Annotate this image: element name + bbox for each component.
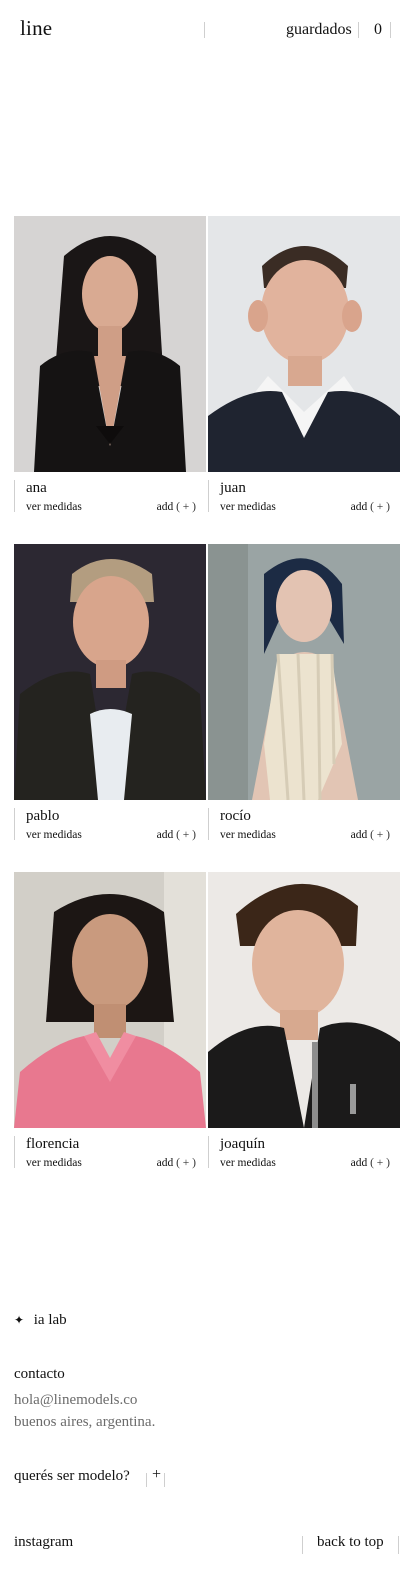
add-plus-icon: ( + ) bbox=[176, 1157, 196, 1169]
logo[interactable]: line bbox=[20, 16, 52, 41]
add-label: add bbox=[156, 1157, 174, 1169]
add-button[interactable]: add ( + ) bbox=[157, 1157, 196, 1169]
model-name[interactable]: joaquín bbox=[220, 1136, 265, 1153]
cta-divider bbox=[146, 1473, 147, 1487]
card-divider bbox=[208, 808, 209, 840]
model-name[interactable]: florencia bbox=[26, 1136, 79, 1153]
ia-lab-label: ia lab bbox=[33, 1312, 67, 1328]
become-model-link[interactable]: querés ser modelo? bbox=[14, 1468, 130, 1485]
add-button[interactable]: add ( + ) bbox=[157, 829, 196, 841]
contact-heading: contacto bbox=[14, 1366, 65, 1382]
card-divider bbox=[14, 1136, 15, 1168]
model-photo[interactable] bbox=[14, 872, 206, 1128]
add-button[interactable]: add ( + ) bbox=[351, 1157, 390, 1169]
view-measures-link[interactable]: ver medidas bbox=[26, 829, 82, 841]
view-measures-link[interactable]: ver medidas bbox=[26, 501, 82, 513]
add-plus-icon: ( + ) bbox=[176, 501, 196, 513]
model-photo[interactable] bbox=[14, 216, 206, 472]
model-card-pablo[interactable]: pablo ver medidas add ( + ) bbox=[14, 544, 206, 844]
sparkle-icon: ✦ bbox=[14, 1313, 25, 1327]
model-card-juan[interactable]: juan ver medidas add ( + ) bbox=[208, 216, 400, 516]
view-measures-link[interactable]: ver medidas bbox=[220, 829, 276, 841]
view-measures-link[interactable]: ver medidas bbox=[220, 501, 276, 513]
add-label: add bbox=[350, 1157, 368, 1169]
model-name[interactable]: ana bbox=[26, 480, 47, 497]
add-button[interactable]: add ( + ) bbox=[157, 501, 196, 513]
add-button[interactable]: add ( + ) bbox=[351, 501, 390, 513]
model-photo[interactable] bbox=[208, 216, 400, 472]
saved-link[interactable]: guardados bbox=[286, 21, 352, 39]
card-divider bbox=[14, 808, 15, 840]
model-photo[interactable] bbox=[208, 872, 400, 1128]
add-label: add bbox=[350, 829, 368, 841]
saved-count[interactable]: 0 bbox=[374, 21, 382, 39]
back-to-top-link[interactable]: back to top bbox=[317, 1534, 384, 1551]
instagram-link[interactable]: instagram bbox=[14, 1534, 73, 1551]
model-card-florencia[interactable]: florencia ver medidas add ( + ) bbox=[14, 872, 206, 1172]
contact-email[interactable]: hola@linemodels.co bbox=[14, 1392, 137, 1409]
model-card-rocio[interactable]: rocío ver medidas add ( + ) bbox=[208, 544, 400, 844]
model-photo[interactable] bbox=[14, 544, 206, 800]
add-plus-icon: ( + ) bbox=[176, 829, 196, 841]
model-name[interactable]: pablo bbox=[26, 808, 59, 825]
model-name[interactable]: rocío bbox=[220, 808, 251, 825]
header-divider bbox=[358, 22, 359, 38]
view-measures-link[interactable]: ver medidas bbox=[220, 1157, 276, 1169]
cta-divider bbox=[164, 1473, 165, 1487]
add-label: add bbox=[156, 501, 174, 513]
footer-divider bbox=[302, 1536, 303, 1554]
model-card-joaquin[interactable]: joaquín ver medidas add ( + ) bbox=[208, 872, 400, 1172]
view-measures-link[interactable]: ver medidas bbox=[26, 1157, 82, 1169]
header-divider bbox=[390, 22, 391, 38]
header-divider bbox=[204, 22, 205, 38]
model-photo[interactable] bbox=[208, 544, 400, 800]
add-plus-icon: ( + ) bbox=[370, 1157, 390, 1169]
add-plus-icon: ( + ) bbox=[370, 829, 390, 841]
model-card-ana[interactable]: ana ver medidas add ( + ) bbox=[14, 216, 206, 516]
model-name[interactable]: juan bbox=[220, 480, 246, 497]
site-header: line guardados 0 bbox=[0, 0, 414, 60]
add-label: add bbox=[350, 501, 368, 513]
card-divider bbox=[208, 480, 209, 512]
card-divider bbox=[14, 480, 15, 512]
card-divider bbox=[208, 1136, 209, 1168]
add-label: add bbox=[156, 829, 174, 841]
footer-divider bbox=[398, 1536, 399, 1554]
ia-lab-link[interactable]: ✦ ia lab bbox=[14, 1312, 67, 1329]
plus-icon[interactable]: + bbox=[152, 1466, 161, 1484]
add-button[interactable]: add ( + ) bbox=[351, 829, 390, 841]
add-plus-icon: ( + ) bbox=[370, 501, 390, 513]
contact-location: buenos aires, argentina. bbox=[14, 1414, 156, 1430]
